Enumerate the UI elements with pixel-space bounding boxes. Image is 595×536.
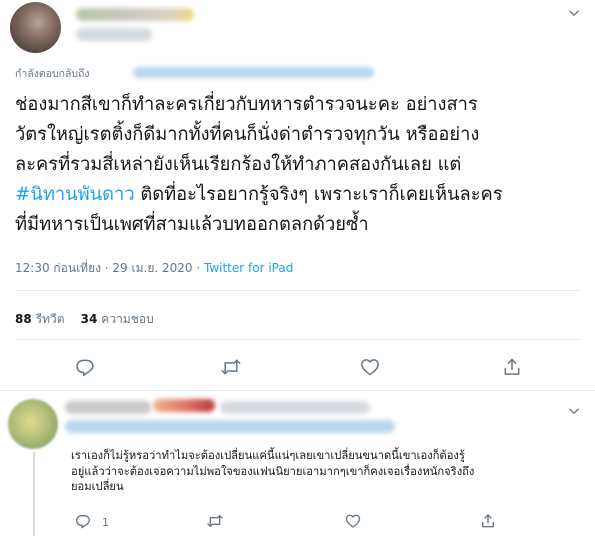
chevron-down-icon[interactable]: [567, 404, 581, 418]
tweet-text-line: ที่มีทหารเป็นเพศที่สามแล้วบทออกตลกด้วยซ้…: [15, 214, 369, 235]
tweet-text-line: เราเองก็ไม่รู้หรอว่าทำไมจะต้องเปลี่ยนแค่…: [71, 449, 465, 462]
retweet-icon[interactable]: [207, 513, 223, 529]
avatar[interactable]: [10, 2, 61, 53]
tweet-text-line: วัตรใหญ่เรตติ้งก็ดีมากทั้งที่คนก็นั่งด่า…: [15, 124, 480, 145]
tweet-text: เราเองก็ไม่รู้หรอว่าทำไมจะต้องเปลี่ยนแค่…: [71, 448, 474, 495]
retweet-count: 88: [15, 312, 32, 326]
reply-icon[interactable]: [75, 357, 95, 377]
retweet-label: รีทวีต: [35, 312, 65, 326]
reply-icon[interactable]: [75, 513, 91, 529]
like-stat[interactable]: 34 ความชอบ: [81, 312, 154, 326]
share-icon[interactable]: [502, 357, 522, 377]
user-display-name[interactable]: [65, 401, 151, 414]
tweet-text-line: ช่องมากสีเขาก็ทำละครเกี่ยวกับทหารตำรวจนะ…: [15, 94, 478, 115]
divider: [15, 339, 580, 340]
main-tweet: กำลังตอบกลับถึง ช่องมากสีเขาก็ทำละครเกี่…: [0, 0, 595, 391]
tweet-text-line: ยอมเปลี่ยน: [71, 480, 124, 493]
tweet-text-fragment: ติดที่อะไรอยากรู้จริงๆ เพราะเราก็เคยเห็น…: [134, 184, 503, 205]
reply-tweet[interactable]: เราเองก็ไม่รู้หรอว่าทำไมจะต้องเปลี่ยนแค่…: [0, 391, 595, 536]
share-icon[interactable]: [480, 513, 496, 529]
replying-to-label: กำลังตอบกลับถึง: [15, 68, 90, 80]
tweet-meta: 12:30 ก่อนเที่ยง · 29 เม.ย. 2020 · Twitt…: [15, 259, 293, 278]
user-handle[interactable]: [220, 401, 370, 414]
tweet-text: ช่องมากสีเขาก็ทำละครเกี่ยวกับทหารตำรวจนะ…: [15, 90, 587, 240]
user-handle[interactable]: [76, 28, 152, 41]
tweet-text-line: ละครที่รวมสี่เหล่ายังเห็นเรียกร้องให้ทำภ…: [15, 154, 462, 175]
like-icon[interactable]: [360, 357, 380, 377]
tweet-text-line: อยู่แล้วว่าจะต้องเจอความไม่พอใจของแฟนนิย…: [71, 464, 475, 478]
retweet-icon[interactable]: [221, 357, 241, 377]
avatar[interactable]: [8, 399, 58, 449]
hashtag-link[interactable]: #นิทานพันดาว: [15, 184, 135, 205]
source-link[interactable]: Twitter for iPad: [204, 261, 293, 275]
thread-line: [33, 452, 35, 536]
user-name-emoji: [153, 399, 215, 412]
divider: [15, 290, 580, 291]
like-count: 34: [80, 312, 98, 326]
like-icon[interactable]: [345, 513, 361, 529]
chevron-down-icon[interactable]: [567, 6, 581, 20]
timestamp[interactable]: 12:30 ก่อนเที่ยง · 29 เม.ย. 2020 ·: [15, 261, 204, 275]
reply-count: 1: [102, 516, 109, 529]
engagement-stats: 88 รีทวีต 34 ความชอบ: [15, 310, 154, 329]
like-label: ความชอบ: [101, 312, 154, 326]
retweet-stat[interactable]: 88 รีทวีต: [15, 312, 65, 326]
user-display-name[interactable]: [76, 8, 194, 21]
tweet-text-line: #นิทานพันดาว ติดที่อะไรอยากรู้จริงๆ เพรา…: [15, 180, 587, 210]
replying-to-handles[interactable]: [133, 67, 374, 78]
replying-to-handles[interactable]: [65, 420, 395, 433]
